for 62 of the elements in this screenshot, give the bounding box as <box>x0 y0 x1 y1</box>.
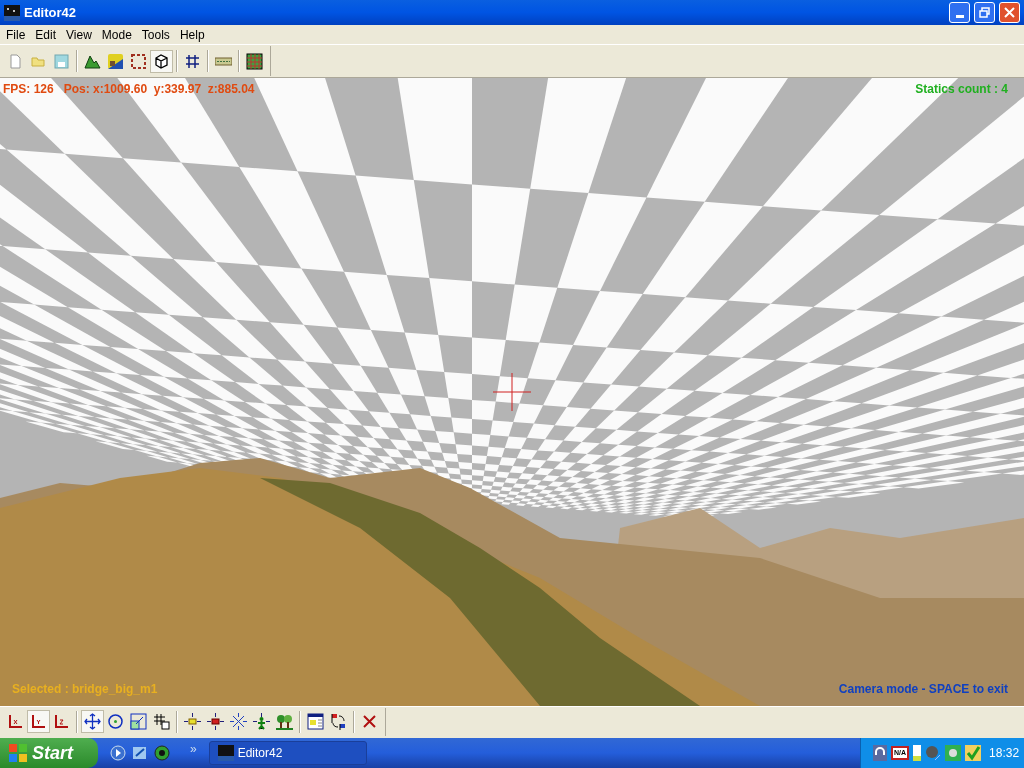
light-person-icon <box>253 713 270 730</box>
window-title: Editor42 <box>24 3 77 22</box>
more-chevron[interactable]: » <box>190 740 197 758</box>
app-icon <box>217 745 234 761</box>
close-button[interactable] <box>999 2 1020 23</box>
axis-x-icon <box>7 713 24 730</box>
selected-object-label: Selected : bridge_big_m1 <box>12 681 158 698</box>
stats-text: FPS: 126 Pos: x:1009.60 y:339.97 z:885.04 <box>3 81 255 98</box>
cube-icon <box>153 52 170 70</box>
tool-button[interactable] <box>81 710 104 733</box>
texture-icon <box>107 52 124 70</box>
tiles-icon <box>246 52 263 70</box>
menu-item[interactable]: Edit <box>30 25 62 44</box>
clock: 18:32 <box>989 745 1020 762</box>
tool-button[interactable] <box>304 710 327 733</box>
axis-z-icon <box>53 713 70 730</box>
menu-item[interactable]: View <box>61 25 97 44</box>
tool-button[interactable] <box>150 49 173 73</box>
menu-item[interactable]: Mode <box>96 25 137 44</box>
new-icon <box>7 52 24 70</box>
light-star-icon <box>230 713 247 730</box>
light-box-icon <box>184 713 201 730</box>
media-player-icon[interactable] <box>110 745 126 761</box>
taskbar-window-button[interactable]: Editor42 <box>208 741 367 765</box>
tool-button[interactable] <box>27 710 50 733</box>
tool-button[interactable] <box>181 710 204 733</box>
restore-icon <box>979 7 990 18</box>
start-button[interactable]: Start <box>0 738 98 768</box>
menu-item[interactable]: File <box>1 25 31 44</box>
rotate-icon <box>107 713 124 730</box>
move-icon <box>84 713 101 730</box>
delete-icon <box>361 713 378 730</box>
headphones-icon[interactable] <box>873 745 887 761</box>
swap-icon <box>330 713 347 730</box>
save-icon <box>53 52 70 70</box>
statics-count: Statics count : 4 <box>915 81 1008 98</box>
menu-item[interactable]: Help <box>174 25 210 44</box>
menu-item[interactable]: Tools <box>136 25 175 44</box>
scale-icon <box>130 713 147 730</box>
restore-button[interactable] <box>974 2 995 23</box>
windows-logo-icon <box>8 743 28 763</box>
3d-viewport[interactable]: FPS: 126 Pos: x:1009.60 y:339.97 z:885.04 Statics count : 4 Selected : bridge_big_m1 Camera mode - SPACE to exit <box>0 78 1024 706</box>
tool-button[interactable] <box>204 710 227 733</box>
memory-card-icon[interactable] <box>913 745 922 761</box>
grid-icon <box>184 52 201 70</box>
trees-icon <box>276 713 293 730</box>
crosshair-icon <box>493 373 531 411</box>
globe-icon[interactable] <box>154 745 170 761</box>
properties-icon <box>307 713 324 730</box>
browser-icon[interactable] <box>132 745 148 761</box>
area-icon <box>130 52 147 70</box>
checkmark-icon[interactable] <box>965 745 982 761</box>
axis-y-icon <box>30 713 47 730</box>
light-flag-icon <box>207 713 224 730</box>
tool-button[interactable] <box>227 710 250 733</box>
camera-mode-hint: Camera mode - SPACE to exit <box>838 681 1008 698</box>
snap-icon <box>153 713 170 730</box>
safe-icon[interactable] <box>945 745 962 761</box>
minimize-button[interactable] <box>949 2 970 23</box>
app-icon <box>4 4 20 21</box>
minimize-icon <box>955 15 964 18</box>
close-icon <box>1004 7 1015 18</box>
